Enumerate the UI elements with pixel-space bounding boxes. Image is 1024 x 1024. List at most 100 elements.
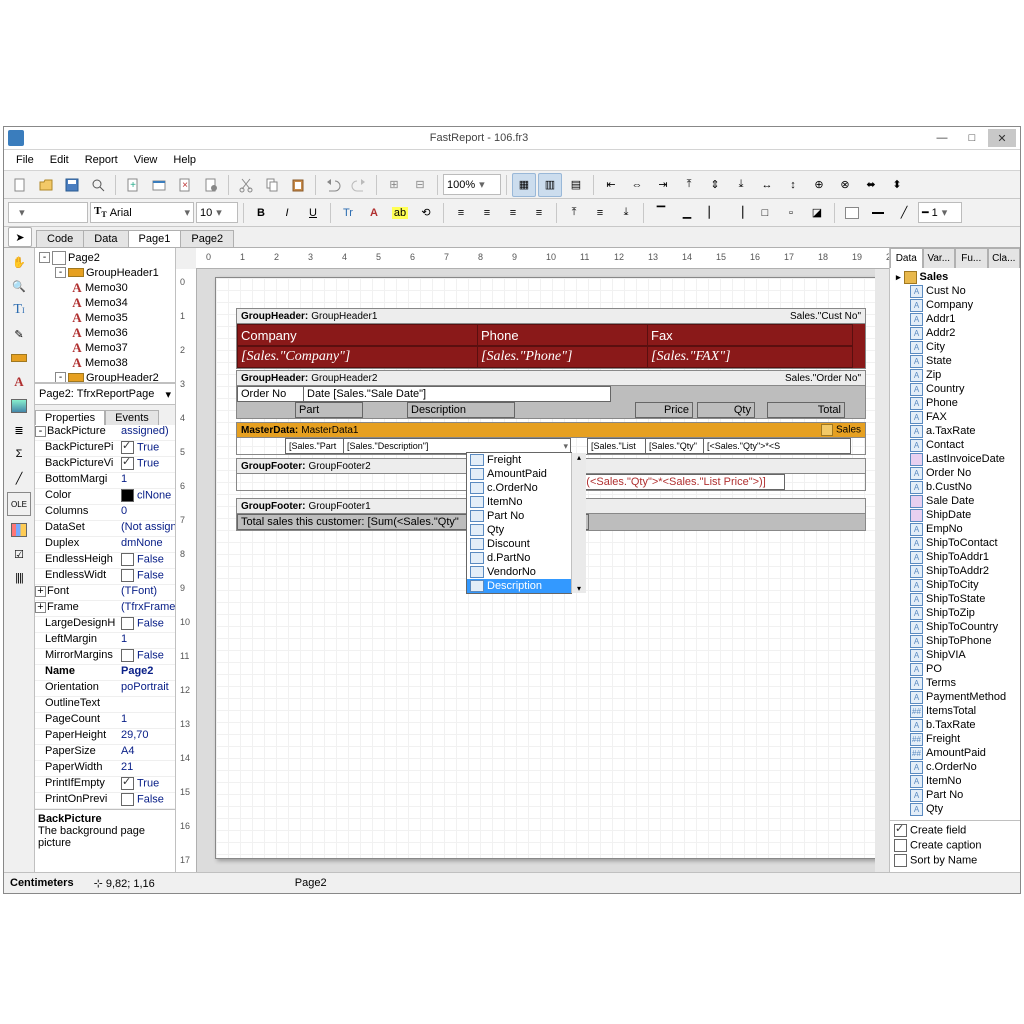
format-tool-icon[interactable]: ✎ — [9, 324, 29, 344]
frame-left-icon[interactable]: ▏ — [701, 201, 725, 225]
property-grid[interactable]: -BackPictureassigned)BackPicturePiTrueBa… — [35, 425, 175, 809]
field-node[interactable]: Aa.TaxRate — [890, 424, 1020, 438]
cell-qty[interactable]: [Sales."Qty" — [645, 438, 709, 454]
property-row[interactable]: BottomMargi1 — [35, 473, 175, 489]
redo-icon[interactable] — [347, 173, 371, 197]
italic-icon[interactable]: I — [275, 201, 299, 225]
zoom-combo[interactable]: 100%▾ — [443, 174, 501, 195]
tab-events[interactable]: Events — [105, 410, 159, 425]
underline-icon[interactable]: U — [301, 201, 325, 225]
copy-icon[interactable] — [260, 173, 284, 197]
menu-help[interactable]: Help — [165, 152, 204, 168]
label-fax[interactable]: Fax — [651, 328, 673, 343]
tree-node[interactable]: AMemo37 — [35, 340, 175, 355]
maximize-button[interactable]: □ — [958, 129, 986, 147]
chart-tool-icon[interactable] — [9, 520, 29, 540]
frame-shadow-icon[interactable]: ◪ — [805, 201, 829, 225]
save-icon[interactable] — [60, 173, 84, 197]
field-node[interactable]: AItemNo — [890, 774, 1020, 788]
fitgrid-icon[interactable]: ▤ — [564, 173, 588, 197]
property-row[interactable]: MirrorMarginsFalse — [35, 649, 175, 665]
field-node[interactable]: AShipToCity — [890, 578, 1020, 592]
field-node[interactable]: Ab.TaxRate — [890, 718, 1020, 732]
dropdown-item[interactable]: AmountPaid — [467, 467, 571, 481]
field-node[interactable]: AShipToZip — [890, 606, 1020, 620]
dropdown-item[interactable]: Discount — [467, 537, 571, 551]
menu-view[interactable]: View — [126, 152, 166, 168]
tab-rdata[interactable]: Data — [890, 248, 923, 268]
paste-icon[interactable] — [286, 173, 310, 197]
property-row[interactable]: PaperSizeA4 — [35, 745, 175, 761]
showgrid-icon[interactable]: ▦ — [512, 173, 536, 197]
cell-total[interactable]: [<Sales."Qty">*<S — [703, 438, 851, 454]
property-row[interactable]: LeftMargin1 — [35, 633, 175, 649]
hand-tool-icon[interactable]: ✋ — [9, 252, 29, 272]
field-node[interactable]: AOrder No — [890, 466, 1020, 480]
sysmemo-tool-icon[interactable]: Σ — [9, 444, 29, 464]
field-node[interactable]: ##Freight — [890, 732, 1020, 746]
align-top-icon[interactable]: ⤒ — [677, 173, 701, 197]
tab-properties[interactable]: Properties — [35, 410, 105, 425]
tab-variables[interactable]: Var... — [923, 248, 956, 268]
valign-top-icon[interactable]: ⤒ — [562, 201, 586, 225]
col-description[interactable]: Description — [407, 402, 515, 418]
property-row[interactable]: -BackPictureassigned) — [35, 425, 175, 441]
dropdown-item[interactable]: Freight — [467, 453, 571, 467]
dropdown-item[interactable]: c.OrderNo — [467, 481, 571, 495]
field-node[interactable]: AShipToCountry — [890, 620, 1020, 634]
field-node[interactable]: AContact — [890, 438, 1020, 452]
field-node[interactable]: APhone — [890, 396, 1020, 410]
property-row[interactable]: LargeDesignHFalse — [35, 617, 175, 633]
same-w-icon[interactable]: ⬌ — [859, 173, 883, 197]
align-hcenter-icon[interactable]: ⇔ — [625, 173, 649, 197]
property-row[interactable]: PaperHeight29,70 — [35, 729, 175, 745]
report-page[interactable]: GroupHeader:GroupHeader1Sales."Cust No" … — [215, 277, 875, 859]
textalign-justify-icon[interactable]: ≡ — [527, 201, 551, 225]
field-node[interactable]: ACity — [890, 340, 1020, 354]
field-node[interactable]: AAddr2 — [890, 326, 1020, 340]
tree-node[interactable]: AMemo35 — [35, 310, 175, 325]
align-bottom-icon[interactable]: ⤓ — [729, 173, 753, 197]
field-node[interactable]: AEmpNo — [890, 522, 1020, 536]
band-masterdata[interactable]: MasterData:MasterData1Sales [Sales."Part… — [236, 422, 866, 455]
property-row[interactable]: NamePage2 — [35, 665, 175, 681]
space-h-icon[interactable]: ↔ — [755, 173, 779, 197]
dropdown-item[interactable]: Part No — [467, 509, 571, 523]
field-node[interactable]: AZip — [890, 368, 1020, 382]
dropdown-item[interactable]: Description — [467, 579, 571, 593]
picture-tool-icon[interactable] — [9, 396, 29, 416]
field-node[interactable]: AState — [890, 354, 1020, 368]
property-row[interactable]: BackPicturePiTrue — [35, 441, 175, 457]
new-icon[interactable] — [8, 173, 32, 197]
dropdown-item[interactable]: d.PartNo — [467, 551, 571, 565]
framewidth-combo[interactable]: ━ 1▾ — [918, 202, 962, 223]
rotate-icon[interactable]: ⟲ — [414, 201, 438, 225]
align-vcenter-icon[interactable]: ⇕ — [703, 173, 727, 197]
tree-node[interactable]: AMemo38 — [35, 355, 175, 370]
col-qty[interactable]: Qty — [697, 402, 755, 418]
tree-node[interactable]: AMemo36 — [35, 325, 175, 340]
bold-icon[interactable]: B — [249, 201, 273, 225]
property-row[interactable]: OutlineText — [35, 697, 175, 713]
field-node[interactable]: ACountry — [890, 382, 1020, 396]
check-sortbyname[interactable]: Sort by Name — [894, 854, 1016, 869]
highlight-icon[interactable]: ab — [388, 201, 412, 225]
field-node[interactable]: AShipToPhone — [890, 634, 1020, 648]
object-selector[interactable]: Page2: TfrxReportPage▾ — [35, 383, 175, 405]
vertical-ruler[interactable]: 0123456789101112131415161718 — [176, 269, 197, 872]
style-combo[interactable]: ▾ — [8, 202, 88, 223]
label-company[interactable]: Company — [241, 328, 297, 343]
field-node[interactable]: AAddr1 — [890, 312, 1020, 326]
aligngrid-icon[interactable]: ▥ — [538, 173, 562, 197]
field-node[interactable]: APO — [890, 662, 1020, 676]
field-node[interactable]: AFAX — [890, 410, 1020, 424]
align-right-icon[interactable]: ⇥ — [651, 173, 675, 197]
menu-edit[interactable]: Edit — [42, 152, 77, 168]
property-row[interactable]: PaperWidth21 — [35, 761, 175, 777]
subreport-tool-icon[interactable]: ≣ — [9, 420, 29, 440]
field-phone[interactable]: [Sales."Phone"] — [481, 349, 572, 365]
menu-file[interactable]: File — [8, 152, 42, 168]
col-price[interactable]: Price — [635, 402, 693, 418]
band-tool-icon[interactable] — [9, 348, 29, 368]
property-row[interactable]: ColorclNone — [35, 489, 175, 505]
